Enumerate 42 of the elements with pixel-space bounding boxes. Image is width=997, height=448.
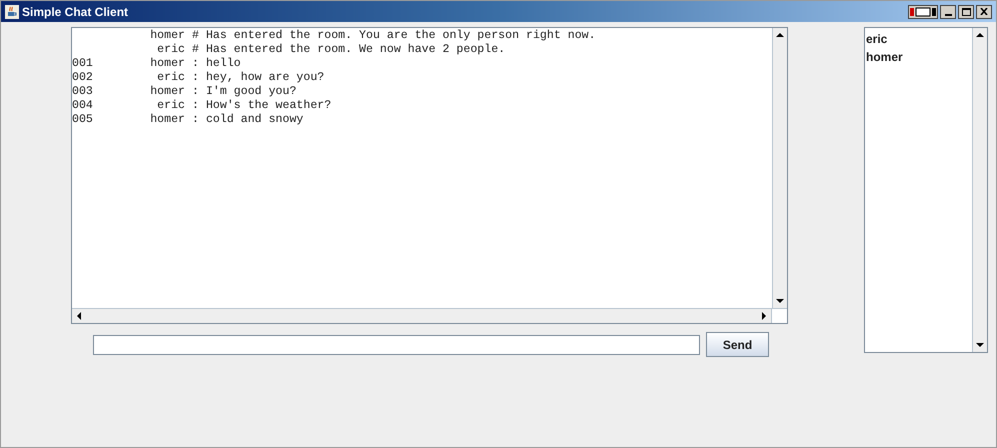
vertical-scrollbar[interactable]: [772, 28, 787, 308]
message-text: I'm good you?: [206, 85, 296, 99]
vertical-scrollbar[interactable]: [972, 28, 987, 352]
line-number: 004: [72, 99, 94, 113]
message-text: Has entered the room. We now have 2 people.: [206, 43, 506, 57]
minimize-button[interactable]: [940, 4, 956, 18]
sender-name: eric: [156, 99, 185, 113]
send-button[interactable]: Send: [706, 332, 769, 357]
sender-name: homer: [149, 113, 185, 127]
line-number: 002: [72, 71, 94, 85]
separator: :: [192, 85, 199, 99]
sender-name: eric: [156, 43, 185, 57]
line-number: 001: [72, 57, 94, 71]
sender-name: homer: [149, 85, 185, 99]
message-text: How's the weather?: [206, 99, 332, 113]
user-name[interactable]: homer: [866, 48, 903, 66]
separator: :: [192, 57, 199, 71]
line-number: 005: [72, 113, 94, 127]
close-button[interactable]: [976, 4, 992, 18]
user-name[interactable]: eric: [866, 30, 888, 48]
separator: :: [192, 113, 199, 127]
message-text: Has entered the room. You are the only person right now.: [206, 29, 596, 43]
sender-name: homer: [149, 57, 185, 71]
horizontal-scrollbar[interactable]: [72, 309, 772, 323]
battery-icon: [908, 4, 938, 18]
message-input-field[interactable]: [93, 334, 700, 354]
maximize-icon: [962, 8, 970, 16]
separator: :: [192, 99, 199, 113]
minimize-icon: [944, 14, 952, 16]
separator: #: [192, 43, 199, 57]
coffee-cup-icon: [5, 4, 19, 18]
message-text: hello: [206, 57, 241, 71]
sender-name: homer: [149, 29, 185, 43]
separator: :: [192, 71, 199, 85]
sender-name: eric: [156, 71, 185, 85]
message-text: cold and snowy: [206, 113, 304, 127]
close-icon: [980, 8, 988, 15]
window-title: Simple Chat Client: [22, 4, 128, 20]
maximize-button[interactable]: [958, 4, 974, 18]
line-number: 003: [72, 85, 94, 99]
message-text: hey, how are you?: [206, 71, 324, 85]
separator: #: [192, 29, 199, 43]
